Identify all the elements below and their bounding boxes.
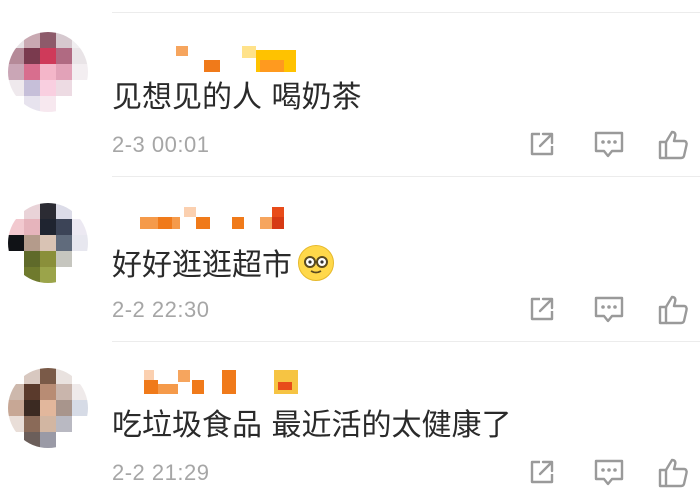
comment-icon[interactable] <box>592 456 628 492</box>
comment-text: 好好逛逛超市 <box>112 245 334 284</box>
like-icon[interactable] <box>656 293 692 329</box>
username[interactable] <box>140 46 320 72</box>
username[interactable] <box>140 370 320 396</box>
comment-actions <box>520 293 700 329</box>
comment-item: 吃垃圾食品 最近活的太健康了 2-2 21:29 <box>0 330 700 495</box>
timestamp: 2-2 22:30 <box>112 297 210 322</box>
comment-actions <box>520 128 700 164</box>
timestamp: 2-2 21:29 <box>112 460 210 485</box>
comment-item: 见想见的人 喝奶茶 2-3 00:01 <box>0 0 700 177</box>
comment-item: 好好逛逛超市 2-2 22:30 <box>0 165 700 342</box>
comment-actions <box>520 456 700 492</box>
comment-list: 见想见的人 喝奶茶 2-3 00:01 好好逛逛超市 2-2 22:30 吃垃圾… <box>0 0 700 500</box>
comment-text-content: 好好逛逛超市 <box>112 248 292 283</box>
face-with-glasses-emoji <box>298 245 334 281</box>
username[interactable] <box>140 207 320 233</box>
timestamp: 2-3 00:01 <box>112 132 210 157</box>
share-icon[interactable] <box>526 456 562 492</box>
comment-icon[interactable] <box>592 293 628 329</box>
share-icon[interactable] <box>526 293 562 329</box>
share-icon[interactable] <box>526 128 562 164</box>
comment-text: 见想见的人 喝奶茶 <box>112 80 362 115</box>
comment-text: 吃垃圾食品 最近活的太健康了 <box>112 408 512 443</box>
avatar[interactable] <box>8 203 88 283</box>
like-icon[interactable] <box>656 456 692 492</box>
like-icon[interactable] <box>656 128 692 164</box>
avatar[interactable] <box>8 368 88 448</box>
avatar[interactable] <box>8 32 88 112</box>
comment-icon[interactable] <box>592 128 628 164</box>
